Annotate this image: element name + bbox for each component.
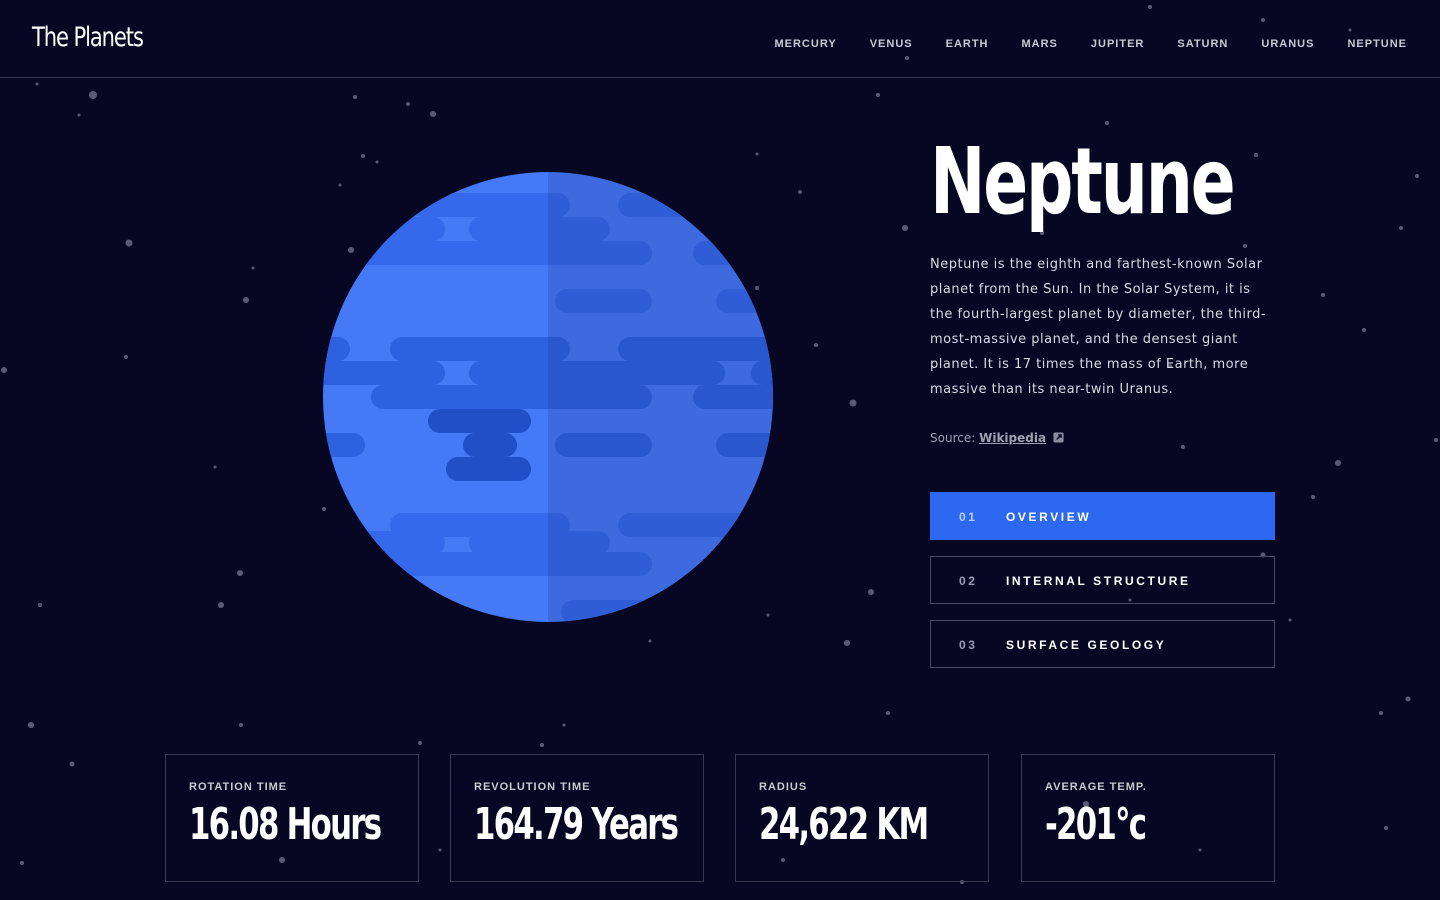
source-line: Source: Wikipedia <box>930 431 1064 445</box>
nav-item-uranus[interactable]: URANUS <box>1261 38 1314 50</box>
neptune-planet-illustration <box>323 172 773 622</box>
planet-description: Neptune is the eighth and farthest-known… <box>930 257 1267 397</box>
nav-item-jupiter[interactable]: JUPITER <box>1091 38 1144 50</box>
wikipedia-link[interactable]: Wikipedia <box>979 431 1046 445</box>
stat-label: AVERAGE TEMP. <box>1045 781 1147 793</box>
external-link-icon[interactable] <box>1053 432 1064 443</box>
planet-title: Neptune <box>930 128 1236 235</box>
tab-number: 02 <box>959 574 978 588</box>
stat-label: RADIUS <box>759 781 808 793</box>
stat-value: 24,622 KM <box>759 799 929 850</box>
nav-item-mercury[interactable]: MERCURY <box>774 38 836 50</box>
stat-value: 16.08 Hours <box>189 799 382 850</box>
tab-internal-structure[interactable]: 02 INTERNAL STRUCTURE <box>930 556 1275 604</box>
site-logo[interactable]: The Planets <box>32 22 144 53</box>
site-header: The Planets MERCURY VENUS EARTH MARS JUP… <box>0 0 1440 78</box>
nav-item-mars[interactable]: MARS <box>1022 38 1058 50</box>
source-label: Source: <box>930 431 976 445</box>
nav-item-saturn[interactable]: SATURN <box>1177 38 1228 50</box>
stat-value: 164.79 Years <box>474 799 679 850</box>
wikipedia-link-label: Wikipedia <box>979 431 1047 445</box>
stat-value: -201°c <box>1045 799 1147 850</box>
planet-page: The Planets MERCURY VENUS EARTH MARS JUP… <box>0 0 1440 900</box>
tab-number: 03 <box>959 638 978 652</box>
stat-label: ROTATION TIME <box>189 781 288 793</box>
stat-revolution-time: REVOLUTION TIME 164.79 Years <box>450 754 704 882</box>
planet-nav: MERCURY VENUS EARTH MARS JUPITER SATURN … <box>774 38 1407 50</box>
nav-item-earth[interactable]: EARTH <box>946 38 989 50</box>
stat-label: REVOLUTION TIME <box>474 781 591 793</box>
tab-number: 01 <box>959 510 978 524</box>
stat-rotation-time: ROTATION TIME 16.08 Hours <box>165 754 419 882</box>
tab-label: OVERVIEW <box>1006 510 1092 524</box>
nav-item-venus[interactable]: VENUS <box>870 38 913 50</box>
nav-item-neptune[interactable]: NEPTUNE <box>1347 38 1407 50</box>
tab-label: SURFACE GEOLOGY <box>1006 638 1167 652</box>
tab-surface-geology[interactable]: 03 SURFACE GEOLOGY <box>930 620 1275 668</box>
tab-label: INTERNAL STRUCTURE <box>1006 574 1191 588</box>
stat-average-temp: AVERAGE TEMP. -201°c <box>1021 754 1275 882</box>
tab-overview[interactable]: 01 OVERVIEW <box>930 492 1275 540</box>
stat-radius: RADIUS 24,622 KM <box>735 754 989 882</box>
